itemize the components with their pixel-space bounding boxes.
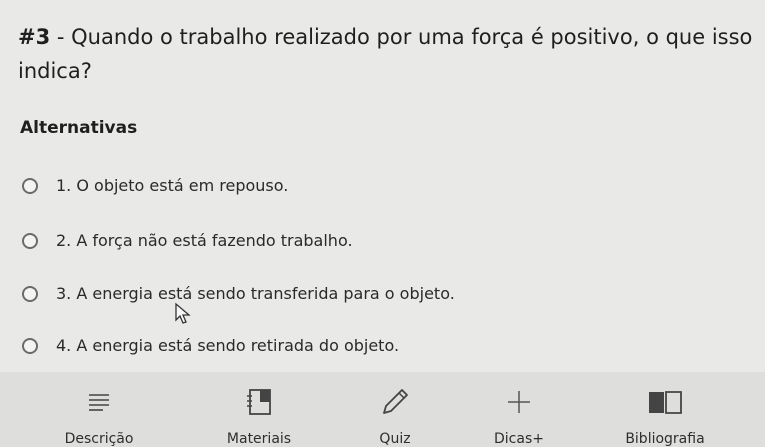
- nav-descricao[interactable]: Descrição: [24, 372, 174, 447]
- question-text: #3 - Quando o trabalho realizado por uma…: [18, 20, 753, 88]
- option-label: 2. A força não está fazendo trabalho.: [56, 231, 353, 250]
- alternatives-heading: Alternativas: [20, 118, 138, 138]
- plus-icon: [505, 382, 533, 421]
- nav-label: Bibliografia: [625, 431, 705, 447]
- nav-dicas[interactable]: Dicas+: [444, 372, 594, 447]
- option-label: 1. O objeto está em repouso.: [56, 176, 289, 195]
- question-number: #3: [18, 25, 51, 49]
- option-label: 4. A energia está sendo retirada do obje…: [56, 336, 400, 355]
- radio-button[interactable]: [22, 337, 38, 354]
- option-1[interactable]: 1. O objeto está em repouso.: [22, 176, 288, 195]
- nav-bibliografia[interactable]: Bibliografia: [590, 372, 740, 447]
- book-icon: [647, 382, 683, 421]
- option-3[interactable]: 3. A energia está sendo transferida para…: [22, 284, 455, 303]
- document-icon: [244, 382, 274, 421]
- bottom-nav: Descrição Materiais Quiz Dicas+ Bibliogr…: [0, 372, 765, 447]
- radio-button[interactable]: [22, 177, 38, 194]
- pencil-icon: [378, 382, 412, 421]
- option-2[interactable]: 2. A força não está fazendo trabalho.: [22, 231, 353, 250]
- menu-lines-icon: [87, 382, 111, 421]
- option-label: 3. A energia está sendo transferida para…: [56, 284, 455, 303]
- question-body: - Quando o trabalho realizado por uma fo…: [18, 25, 753, 83]
- nav-label: Materiais: [226, 431, 292, 447]
- radio-button[interactable]: [22, 285, 38, 302]
- mouse-cursor-icon: [175, 302, 191, 324]
- radio-button[interactable]: [22, 232, 38, 249]
- nav-label: Dicas+: [494, 431, 544, 447]
- nav-label: Quiz: [379, 431, 411, 447]
- option-4[interactable]: 4. A energia está sendo retirada do obje…: [22, 336, 399, 355]
- nav-label: Descrição: [64, 431, 134, 447]
- nav-materiais[interactable]: Materiais: [184, 372, 334, 447]
